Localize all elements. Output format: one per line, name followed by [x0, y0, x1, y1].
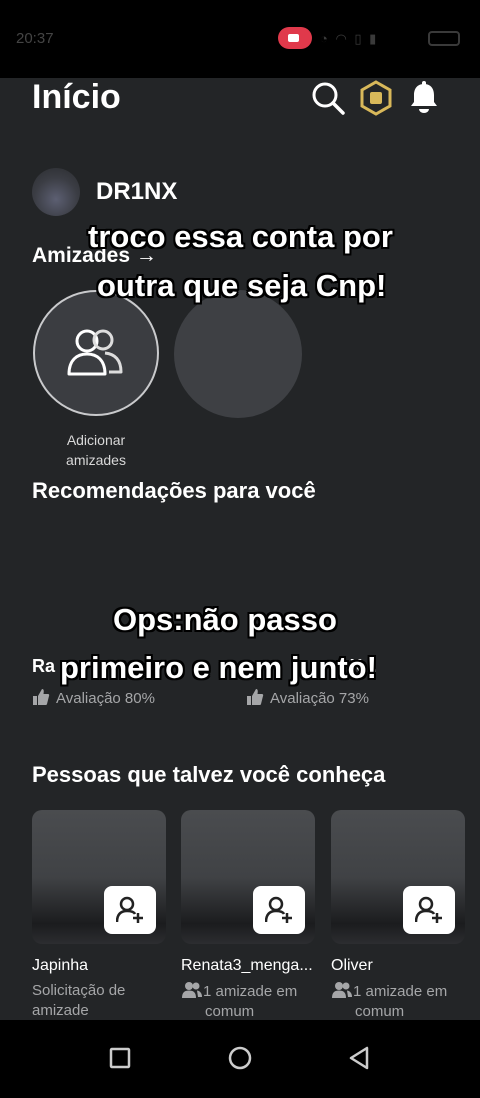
- back-icon[interactable]: [342, 1040, 378, 1076]
- add-friend-button[interactable]: [104, 886, 156, 934]
- person-subtitle-line2: comum: [205, 1003, 255, 1020]
- mutual-friends-icon: [332, 982, 352, 998]
- person-name[interactable]: Renata3_menga...: [181, 957, 321, 975]
- overlay-caption: Ops:não passo: [113, 602, 337, 637]
- people-heading: Pessoas que talvez você conheça: [32, 762, 386, 787]
- bell-icon[interactable]: [406, 80, 442, 116]
- recommendations-heading: Recomendações para você: [32, 478, 316, 503]
- status-bar: 20:37 ◔ ◠ ▯ ▮: [0, 0, 480, 78]
- person-name[interactable]: Japinha: [32, 957, 172, 975]
- recommendation-rating: Avaliação 73%: [246, 688, 369, 707]
- recommendation-rating: Avaliação 80%: [32, 688, 155, 707]
- mutual-friends-icon: [182, 982, 202, 998]
- rating-text: Avaliação 73%: [270, 690, 369, 707]
- person-card-thumbnail[interactable]: [331, 810, 465, 944]
- home-icon[interactable]: [222, 1040, 258, 1076]
- person-subtitle-line2: amizade: [32, 1002, 89, 1019]
- add-friend-button[interactable]: [403, 886, 455, 934]
- avatar[interactable]: [32, 168, 80, 216]
- person-card-thumbnail[interactable]: [181, 810, 315, 944]
- person-subtitle: 1 amizade em comum: [181, 981, 321, 1022]
- recent-apps-icon[interactable]: [102, 1040, 138, 1076]
- system-nav-bar: [0, 1020, 480, 1098]
- add-user-icon: [116, 896, 143, 923]
- add-friends-label-line2: amizades: [66, 452, 126, 468]
- screen-record-icon: [278, 27, 312, 49]
- thumbs-up-icon: [247, 689, 264, 705]
- search-icon[interactable]: [310, 80, 346, 116]
- battery-icon: [428, 31, 460, 46]
- add-friends-icon: [67, 329, 123, 376]
- status-time: 20:37: [16, 30, 54, 47]
- overlay-caption: primeiro e nem junto!: [60, 650, 377, 685]
- username[interactable]: DR1NX: [96, 178, 177, 206]
- rating-text: Avaliação 80%: [56, 690, 155, 707]
- add-friends-label: Adicionar amizades: [24, 430, 168, 470]
- add-friend-button[interactable]: [253, 886, 305, 934]
- person-subtitle-line1: 1 amizade em: [203, 983, 298, 1000]
- screen: 20:37 ◔ ◠ ▯ ▮ Início DR1NX Amizades → Ad…: [0, 0, 480, 1098]
- person-name[interactable]: Oliver: [331, 957, 471, 975]
- person-subtitle-line2: comum: [355, 1003, 405, 1020]
- add-user-icon: [265, 896, 292, 923]
- add-user-icon: [415, 896, 442, 923]
- add-friends-button[interactable]: [33, 290, 159, 416]
- person-subtitle: Solicitação de amizade: [32, 981, 172, 1021]
- person-card-thumbnail[interactable]: [32, 810, 166, 944]
- overlay-caption: troco essa conta por: [88, 219, 393, 254]
- thumbs-up-icon: [33, 689, 50, 705]
- overlay-caption: outra que seja Cnp!: [97, 268, 387, 303]
- robux-icon[interactable]: [358, 80, 394, 116]
- person-subtitle-line1: Solicitação de: [32, 982, 126, 999]
- person-subtitle-line1: 1 amizade em: [353, 983, 448, 1000]
- signal-icon: ◔ ◠ ▯ ▮: [320, 31, 379, 46]
- recommendation-title[interactable]: Ra: [32, 656, 55, 677]
- friend-avatar-placeholder[interactable]: [174, 290, 302, 418]
- person-subtitle: 1 amizade em comum: [331, 981, 471, 1022]
- add-friends-label-line1: Adicionar: [66, 432, 126, 448]
- page-title: Início: [32, 78, 121, 116]
